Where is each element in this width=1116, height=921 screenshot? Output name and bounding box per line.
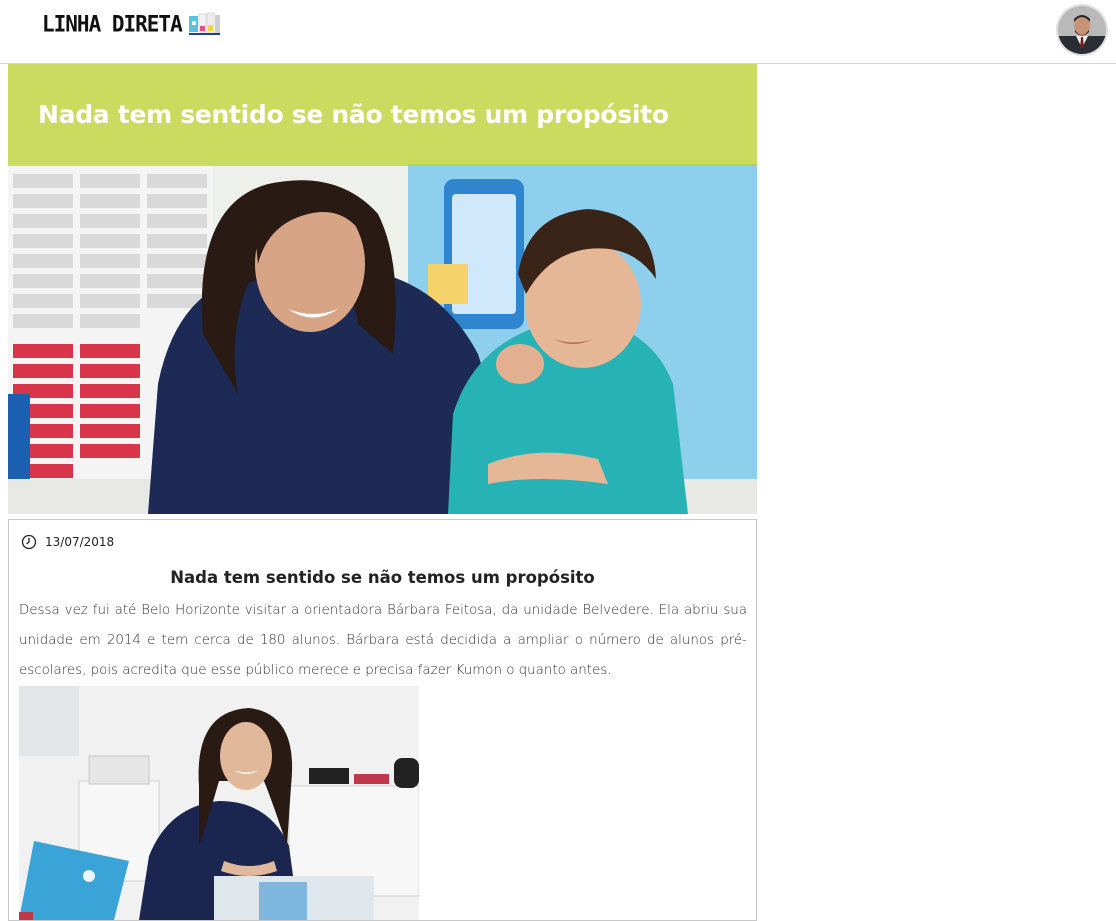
book-icon — [188, 12, 220, 35]
user-avatar[interactable] — [1058, 6, 1106, 54]
post-photo — [19, 686, 419, 920]
post-meta: 13/07/2018 — [21, 534, 114, 550]
post-body: Dessa vez fui até Belo Horizonte visitar… — [19, 603, 747, 678]
top-bar: LINHA DIRETA — [0, 0, 1116, 64]
clock-icon — [21, 534, 37, 550]
hero-title[interactable]: Nada tem sentido se não temos um propósi… — [38, 100, 669, 129]
post-title: Nada tem sentido se não temos um propósi… — [170, 568, 595, 587]
logo-text: LINHA DIRETA — [42, 11, 183, 37]
post-date: 13/07/2018 — [45, 535, 115, 549]
hero-banner[interactable]: Nada tem sentido se não temos um propósi… — [8, 64, 757, 514]
site-logo[interactable]: LINHA DIRETA — [42, 11, 222, 37]
post-card: 13/07/2018 Nada tem sentido se não temos… — [8, 519, 757, 921]
